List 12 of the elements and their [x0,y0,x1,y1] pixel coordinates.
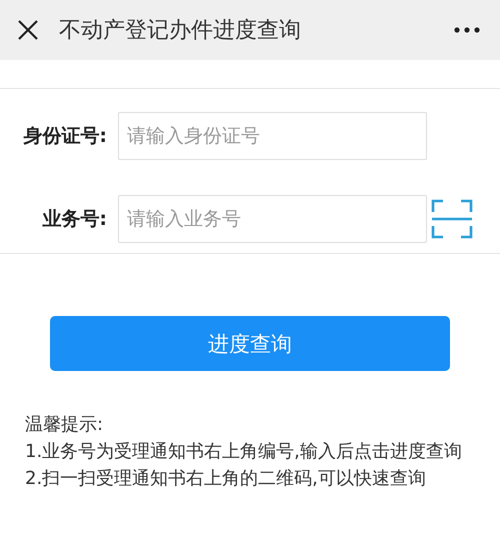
field-label: 业务号: [41,207,108,232]
input-field[interactable]: 请输入身份证号 [118,112,427,160]
tip-text: 1.业务号为受理通知书右上角编号,输入后点击进度查询 [25,440,463,464]
tip-text: 2.扫一扫受理通知书右上角的二维码,可以快速查询 [25,467,427,491]
window-title: 不动产登记办件进度查询 [59,17,302,45]
query-button[interactable]: 进度查询 [50,316,450,371]
more-icon[interactable] [454,27,480,33]
tips-title: 温馨提示: [25,413,104,437]
input-field[interactable]: 请输入业务号 [118,195,427,243]
close-icon[interactable] [17,19,39,41]
scan-icon[interactable] [431,198,473,240]
field-label: 身份证号: [22,124,108,149]
